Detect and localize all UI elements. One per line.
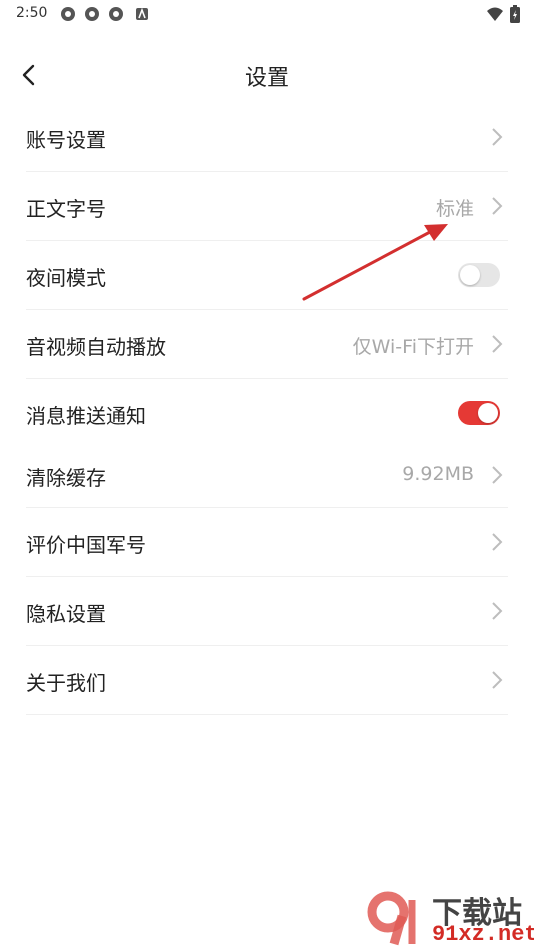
notification-icon [61,7,75,21]
settings-item-clear-cache[interactable]: 清除缓存 9.92MB [26,442,508,508]
settings-item-label: 评价中国军号 [26,533,146,557]
chevron-right-icon [492,533,503,551]
settings-item-label: 正文字号 [26,197,106,221]
chevron-right-icon [492,466,503,484]
status-time: 2:50 [16,5,48,21]
page-title: 设置 [244,66,289,91]
settings-item-label: 音视频自动播放 [26,335,166,359]
settings-item-label: 关于我们 [26,671,106,695]
settings-item-rate-app[interactable]: 评价中国军号 [26,507,508,577]
watermark-url: 91xz.net [432,922,534,947]
settings-item-label: 清除缓存 [26,466,106,490]
toggle-knob [460,265,480,285]
settings-item-value: 9.92MB [402,463,474,485]
settings-item-label: 夜间模式 [26,266,106,290]
header: 设置 [0,50,534,98]
settings-item-font-size[interactable]: 正文字号 标准 [26,171,508,241]
app-notification-icon [136,7,148,20]
settings-item-label: 账号设置 [26,128,106,152]
wifi-icon [487,7,503,21]
settings-item-value: 仅Wi-Fi下打开 [352,336,474,358]
settings-item-about[interactable]: 关于我们 [26,645,508,715]
chevron-right-icon [492,197,503,215]
toggle-knob [478,403,498,423]
chevron-right-icon [492,602,503,620]
settings-item-value: 标准 [435,198,474,220]
push-notification-toggle[interactable] [458,401,500,425]
notification-icon [85,7,99,21]
settings-item-privacy[interactable]: 隐私设置 [26,576,508,646]
settings-item-push-notification: 消息推送通知 [26,378,508,442]
watermark-9-icon [367,891,416,946]
settings-item-autoplay[interactable]: 音视频自动播放 仅Wi-Fi下打开 [26,309,508,379]
status-right [486,5,520,23]
chevron-right-icon [492,335,503,353]
settings-item-label: 隐私设置 [26,602,106,626]
chevron-right-icon [492,128,503,146]
night-mode-toggle[interactable] [458,263,500,287]
watermark-logo: 下载站 91xz.net [364,888,534,948]
settings-item-account[interactable]: 账号设置 [26,102,508,172]
chevron-right-icon [492,671,503,689]
settings-item-night-mode: 夜间模式 [26,240,508,310]
battery-icon [510,5,520,23]
settings-item-label: 消息推送通知 [26,404,146,428]
status-bar: 2:50 [0,0,534,28]
notification-icon [109,7,123,21]
